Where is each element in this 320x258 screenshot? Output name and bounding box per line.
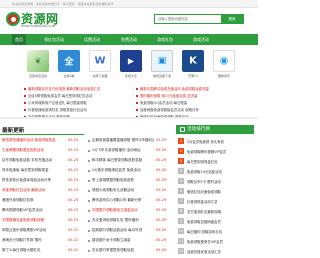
list-icon: [180, 127, 185, 132]
list-item[interactable]: 招商银行领取话费活动 每月可领 05-29: [88, 226, 172, 236]
list-item[interactable]: 腾讯游戏中心领取Q币 最新分享 05-29: [88, 196, 172, 206]
k-icon: K: [182, 50, 204, 72]
rank-number: 7: [178, 198, 184, 204]
top-info-bar: 欢迎来到资源网 · 最新活动线报分享 · 每日更新 · 收藏本站获取最新福利资讯: [0, 0, 258, 8]
nav-item-red-packet[interactable]: 领红包活动: [44, 34, 64, 45]
rank-number: 5: [178, 178, 184, 184]
promo-link[interactable]: 百度网盘免费领超级会员活动 攻略分享: [136, 107, 252, 114]
logo-icon[interactable]: [6, 12, 20, 26]
site-header: 资源网 WWW.GUZIWANG.COM 搜索: [0, 8, 258, 32]
w-icon: W: [89, 50, 111, 72]
nav-item-home[interactable]: 首页: [12, 34, 26, 45]
promo-link[interactable]: 免费领取QQ会员活动 每日限量: [136, 100, 252, 107]
promo-link[interactable]: 最新中国移动话费充值活动 免费领取话费流量: [136, 86, 252, 93]
list-item[interactable]: 穿越火线领取永久武器活动 05-29: [88, 186, 172, 196]
rank-item[interactable]: 12 话费充值优惠活动汇总: [178, 246, 256, 257]
nav-item-game-gift[interactable]: 游戏礼包: [157, 34, 173, 45]
featured-app-label: 酷狗音乐: [217, 74, 230, 78]
list-item[interactable]: QQ飞车手游领取福利 活动地址 05-29: [88, 146, 172, 156]
search-input[interactable]: [155, 15, 221, 23]
list-item[interactable]: 企鹅电竞直播看直播领取 限时Q币福利活动 05-29: [88, 136, 172, 146]
nav-item-phone-bill[interactable]: 话费活动: [84, 34, 100, 45]
play-icon: ▶: [120, 50, 142, 72]
list-item[interactable]: 滴滴出行领取打车券 限时 05-22: [2, 236, 84, 246]
tv-icon: ▣: [151, 50, 173, 72]
middle-list: 企鹅电竞直播看直播领取 限时Q币福利活动 05-29 QQ飞车手游领取福利 活动地…: [88, 136, 172, 258]
promo-link[interactable]: 抖音极速版邀请好友 领取现金红包活动: [24, 107, 124, 114]
latest-list: 微信零钱通福利活动 免费领取现金 05-23 王者荣耀领取限定皮肤活动 05-23 …: [2, 136, 84, 258]
list-item[interactable]: 农业银行掌银签到领取话费 05-29: [88, 246, 172, 256]
latest-underline: [0, 134, 84, 135]
search-button[interactable]: 搜索: [221, 15, 243, 23]
top-info-text: 欢迎来到资源网 · 最新活动线报分享 · 每日更新 · 收藏本站获取最新福利资讯: [12, 2, 114, 6]
list-item[interactable]: 京东领取免费话费 手机充值活动 05-23: [2, 156, 84, 166]
list-item[interactable]: 网易云音乐领取黑胶VIP活动 05-22: [2, 226, 84, 236]
featured-app-label: 芒果TV: [188, 74, 198, 78]
promo-link[interactable]: 限时福利领取 领10元免费话费 送流量: [136, 93, 252, 100]
list-item[interactable]: 和平精英 每日登录领取皮肤奖励 05-29: [88, 156, 172, 166]
list-item[interactable]: 建设银行龙卡领取立减金 05-29: [88, 236, 172, 246]
rank-number: 1: [178, 138, 184, 144]
promo-link[interactable]: 小米商城新用户注册送礼 每日限量领取: [24, 100, 124, 107]
featured-app-label: 文库下载器: [92, 74, 108, 78]
list-item[interactable]: 天天爱消除领取礼包 限时福利 05-29: [88, 216, 172, 226]
search-box: 搜索: [154, 14, 244, 24]
list-item[interactable]: 美团外卖领取红包券 05-23: [2, 196, 84, 206]
featured-app[interactable]: 全 全民K歌: [57, 47, 81, 78]
featured-app[interactable]: ▶ 影视大全: [119, 47, 143, 78]
quan-icon: 全: [58, 50, 80, 72]
list-item[interactable]: 王者荣耀领取限定皮肤活动 05-23: [2, 146, 84, 156]
list-item[interactable]: 淘宝领取红包活动 最新活动 05-23: [2, 186, 84, 196]
list-item[interactable]: 快手极速版 每天签到领取现金 05-23: [2, 166, 84, 176]
rank-number: 12: [178, 248, 184, 254]
featured-app-label: 应用商店活动: [28, 74, 47, 78]
featured-app[interactable]: K 芒果TV: [181, 47, 205, 78]
rank-number: 9: [178, 218, 184, 224]
k2-icon: ◉: [213, 50, 235, 72]
list-item[interactable]: 微信零钱通福利活动 免费领取现金 05-23: [2, 136, 84, 146]
rank-number: 6: [178, 188, 184, 194]
list-item[interactable]: 中国银行领取微信立减金活动 05-29: [88, 206, 172, 216]
featured-app[interactable]: W 文库下载器: [88, 47, 112, 78]
list-item[interactable]: 腾讯视频领取VIP会员活动 05-23: [2, 206, 84, 216]
list-item[interactable]: 拼多多砍价免费拿商品活动分享 05-23: [2, 176, 84, 186]
rank-number: 8: [178, 208, 184, 214]
list-item[interactable]: 掌上英雄联盟领取免费皮肤 05-29: [88, 176, 172, 186]
ranking-list: 1 QQ会员免费领 永久有效 2 免费领取腾讯视频VIP会员 3 每日签到领现金红包 …: [178, 136, 256, 258]
latest-title: 最新更新: [2, 128, 25, 134]
list-item[interactable]: 饿了么每日领取大额红包 05-22: [2, 246, 84, 256]
promo-link[interactable]: 全民K歌领取免费会员 每日签到领红包活动: [24, 93, 124, 100]
rank-number: 11: [178, 238, 184, 244]
nav-item-game-activity[interactable]: 游戏活动: [193, 34, 209, 45]
featured-app-label: 电视直播下载: [152, 74, 171, 78]
list-item[interactable]: 中国联通流量免费领取攻略 05-23: [2, 216, 84, 226]
featured-app-label: 影视大全: [124, 74, 137, 78]
site-domain: WWW.GUZIWANG.COM: [21, 24, 56, 28]
rank-number: 10: [178, 228, 184, 234]
ranking-header: 活动排行榜: [176, 125, 254, 134]
featured-app-label: 全民K歌: [63, 74, 75, 78]
featured-app[interactable]: ❦ 应用商店活动: [26, 47, 50, 78]
nav-item-free[interactable]: 免费活动: [121, 34, 137, 45]
ranking-title: 活动排行榜: [187, 127, 210, 132]
rank-number: 2: [178, 148, 184, 154]
rank-number: 4: [178, 168, 184, 174]
main-nav: 首页 领红包活动 话费活动 免费活动 游戏礼包 游戏活动: [0, 34, 258, 45]
leaf-icon: ❦: [27, 50, 49, 72]
promo-link[interactable]: 最新领取京东支付优惠券 最新领取活动信息汇总: [24, 86, 124, 93]
featured-app[interactable]: ▣ 电视直播下载: [150, 47, 174, 78]
featured-app[interactable]: ◉ 酷狗音乐: [212, 47, 236, 78]
featured-apps: ❦ 应用商店活动 全 全民K歌 W 文库下载器 ▶ 影视大全 ▣ 电视直播下载 …: [4, 47, 254, 84]
list-item[interactable]: QQ音乐领取绿钻会员 免费活动 05-29: [88, 166, 172, 176]
section-divider: [0, 117, 258, 119]
rank-number: 3: [178, 158, 184, 164]
